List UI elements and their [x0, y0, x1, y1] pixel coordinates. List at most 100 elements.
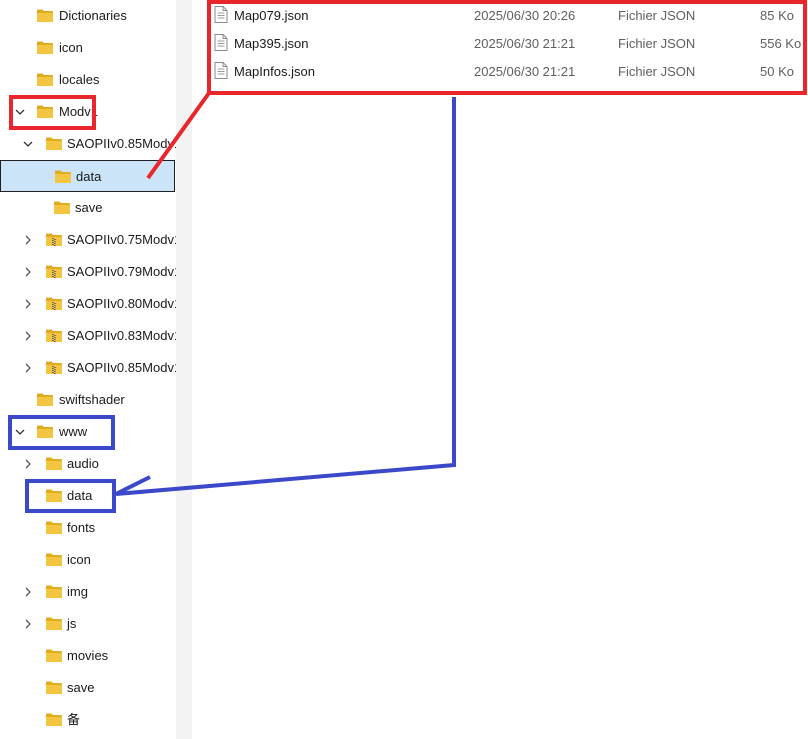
- file-row[interactable]: MapInfos.json 2025/06/30 21:21 Fichier JSO…: [192, 57, 808, 85]
- folder-icon: [45, 488, 63, 503]
- tree-item-save[interactable]: save: [0, 672, 176, 704]
- file-date: 2025/06/30 21:21: [474, 64, 576, 79]
- file-type: Fichier JSON: [618, 36, 696, 51]
- chevron-right-icon[interactable]: [22, 330, 34, 342]
- tree-item-label: js: [67, 616, 77, 631]
- folder-icon: [36, 104, 54, 119]
- tree-item-label: icon: [67, 552, 91, 567]
- file-type: Fichier JSON: [618, 8, 696, 23]
- tree-item-label: audio: [67, 456, 99, 471]
- tree-item-saopiiv0-85modv1[interactable]: SAOPIIv0.85Modv1: [0, 352, 176, 384]
- tree-item-save[interactable]: save: [0, 192, 176, 224]
- folder-icon: [36, 8, 54, 23]
- tree-item-label: Dictionaries: [59, 8, 127, 23]
- document-icon: [214, 62, 228, 79]
- tree-item-label: swiftshader: [59, 392, 125, 407]
- tree-item-label: fonts: [67, 520, 96, 535]
- tree-item-img[interactable]: img: [0, 576, 176, 608]
- tree-item-modv1[interactable]: Modv1: [0, 96, 176, 128]
- chevron-right-icon[interactable]: [22, 298, 34, 310]
- tree-item-label: data: [67, 488, 93, 503]
- tree-item-label: save: [67, 680, 95, 695]
- folder-icon: [45, 456, 63, 471]
- file-row[interactable]: Map395.json 2025/06/30 21:21 Fichier JSON 5…: [192, 29, 808, 57]
- file-date: 2025/06/30 21:21: [474, 36, 576, 51]
- tree-item-www[interactable]: www: [0, 416, 176, 448]
- chevron-right-icon[interactable]: [22, 586, 34, 598]
- folder-icon: [36, 40, 54, 55]
- folder-icon: [45, 648, 63, 663]
- chevron-right-icon[interactable]: [22, 266, 34, 278]
- folder-icon: [45, 712, 63, 727]
- tree-item-saopiiv0-80modv1[interactable]: SAOPIIv0.80Modv1: [0, 288, 176, 320]
- tree-item-label: SAOPIIv0.85Modv1: [67, 136, 176, 151]
- document-icon: [214, 6, 228, 23]
- tree-item-swiftshader[interactable]: swiftshader: [0, 384, 176, 416]
- pane-divider[interactable]: [176, 0, 362, 739]
- folder-icon: [36, 392, 54, 407]
- tree-item-label: SAOPIIv0.83Modv1: [67, 328, 176, 343]
- tree-item-label: img: [67, 584, 88, 599]
- tree-item-label: Modv1: [59, 104, 99, 119]
- tree-item-label: SAOPIIv0.79Modv1: [67, 264, 176, 279]
- zip-folder-icon: [45, 328, 63, 343]
- chevron-down-icon[interactable]: [14, 106, 26, 118]
- file-size: 556 Ko: [760, 36, 802, 51]
- document-icon: [214, 34, 228, 51]
- chevron-down-icon[interactable]: [14, 426, 26, 438]
- folder-icon: [45, 552, 63, 567]
- tree-item-icon[interactable]: icon: [0, 544, 176, 576]
- chevron-down-icon[interactable]: [22, 138, 34, 150]
- folder-icon: [45, 136, 63, 151]
- tree-item-label: SAOPIIv0.75Modv1: [67, 232, 176, 247]
- file-size: 85 Ko: [760, 8, 794, 23]
- folder-icon: [54, 169, 72, 184]
- file-date: 2025/06/30 20:26: [474, 8, 576, 23]
- tree-item-fonts[interactable]: fonts: [0, 512, 176, 544]
- folder-icon: [45, 680, 63, 695]
- navigation-tree: Dictionaries icon locales Modv1 SAOPIIv0.85M…: [0, 0, 176, 739]
- folder-icon: [45, 616, 63, 631]
- tree-item-audio[interactable]: audio: [0, 448, 176, 480]
- tree-item-label: icon: [59, 40, 83, 55]
- tree-item-locales[interactable]: locales: [0, 64, 176, 96]
- tree-item-saopiiv0-79modv1[interactable]: SAOPIIv0.79Modv1: [0, 256, 176, 288]
- tree-item-js[interactable]: js: [0, 608, 176, 640]
- folder-icon: [36, 424, 54, 439]
- zip-folder-icon: [45, 296, 63, 311]
- tree-item--[interactable]: 备: [0, 704, 176, 736]
- tree-item-movies[interactable]: movies: [0, 640, 176, 672]
- tree-item-saopiiv0-83modv1[interactable]: SAOPIIv0.83Modv1: [0, 320, 176, 352]
- tree-item-label: movies: [67, 648, 109, 663]
- tree-item-label: SAOPIIv0.80Modv1: [67, 296, 176, 311]
- chevron-right-icon[interactable]: [22, 458, 34, 470]
- file-name: Map079.json: [234, 8, 309, 23]
- file-size: 50 Ko: [760, 64, 794, 79]
- file-name: MapInfos.json: [234, 64, 315, 79]
- tree-item-label: 备: [67, 712, 81, 727]
- zip-folder-icon: [45, 232, 63, 247]
- chevron-right-icon[interactable]: [22, 618, 34, 630]
- folder-icon: [45, 520, 63, 535]
- file-type: Fichier JSON: [618, 64, 696, 79]
- tree-item-label: data: [76, 169, 102, 184]
- file-name: Map395.json: [234, 36, 309, 51]
- file-row[interactable]: Map079.json 2025/06/30 20:26 Fichier JSON 8…: [192, 1, 808, 29]
- folder-icon: [53, 200, 71, 215]
- tree-item-label: SAOPIIv0.85Modv1: [67, 360, 176, 375]
- folder-icon: [36, 72, 54, 87]
- tree-item-label: www: [59, 424, 88, 439]
- tree-item-label: save: [75, 200, 103, 215]
- zip-folder-icon: [45, 264, 63, 279]
- tree-item-saopiiv0-85modv1[interactable]: SAOPIIv0.85Modv1: [0, 128, 176, 160]
- tree-item-icon[interactable]: icon: [0, 32, 176, 64]
- chevron-right-icon[interactable]: [22, 234, 34, 246]
- chevron-right-icon[interactable]: [22, 362, 34, 374]
- tree-item-dictionaries[interactable]: Dictionaries: [0, 0, 176, 32]
- folder-icon: [45, 584, 63, 599]
- file-list: Map079.json 2025/06/30 20:26 Fichier JSON 8…: [192, 0, 808, 739]
- tree-item-label: locales: [59, 72, 100, 87]
- tree-item-data[interactable]: data: [0, 480, 176, 512]
- tree-item-saopiiv0-75modv1[interactable]: SAOPIIv0.75Modv1: [0, 224, 176, 256]
- tree-item-data[interactable]: data: [0, 160, 175, 192]
